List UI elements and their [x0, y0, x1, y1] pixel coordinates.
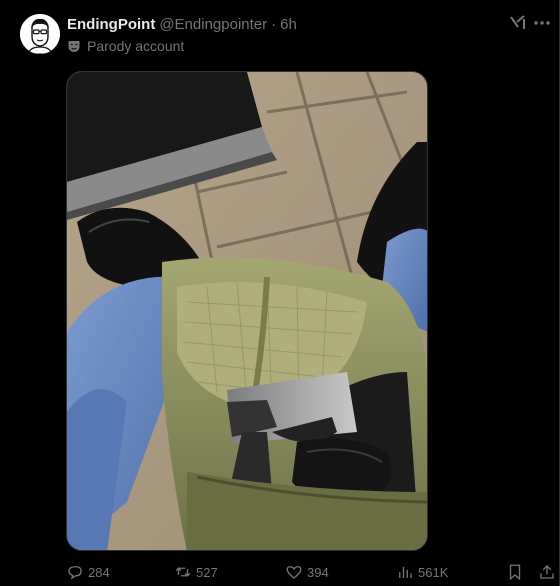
post-media-image[interactable]: [66, 71, 428, 551]
post-actions-bar: 284 527 394 561K: [66, 562, 556, 582]
views-icon: [399, 566, 412, 578]
reply-button[interactable]: 284: [66, 562, 110, 582]
like-button[interactable]: 394: [285, 562, 329, 582]
grok-icon[interactable]: [509, 14, 527, 32]
like-icon: [286, 566, 302, 579]
parody-label: Parody account: [67, 37, 184, 55]
user-handle[interactable]: @Endingpointer: [159, 16, 267, 33]
repost-button[interactable]: 527: [174, 562, 218, 582]
bookmark-button[interactable]: [506, 562, 528, 582]
repost-count: 527: [196, 564, 218, 580]
bookmark-icon: [509, 564, 521, 581]
reply-count: 284: [88, 564, 110, 580]
display-name[interactable]: EndingPoint: [67, 16, 155, 33]
views-count: 561K: [418, 564, 449, 580]
repost-icon: [175, 567, 191, 577]
avatar-image: [20, 14, 60, 54]
photo-illustration: [67, 72, 427, 550]
post-header: EndingPoint @Endingpointer · 6h: [67, 14, 297, 34]
parody-mask-icon: [67, 39, 81, 53]
share-button[interactable]: [538, 562, 560, 582]
separator-dot: ·: [271, 15, 277, 33]
parody-label-text: Parody account: [87, 38, 185, 54]
post-card[interactable]: EndingPoint @Endingpointer · 6h Parody a…: [0, 0, 560, 586]
views-button[interactable]: 561K: [396, 562, 448, 582]
reply-icon: [68, 566, 82, 580]
like-count: 394: [307, 564, 329, 580]
post-timestamp[interactable]: 6h: [280, 16, 297, 33]
avatar[interactable]: [20, 14, 60, 54]
share-icon: [540, 565, 554, 579]
more-icon[interactable]: [532, 14, 552, 32]
